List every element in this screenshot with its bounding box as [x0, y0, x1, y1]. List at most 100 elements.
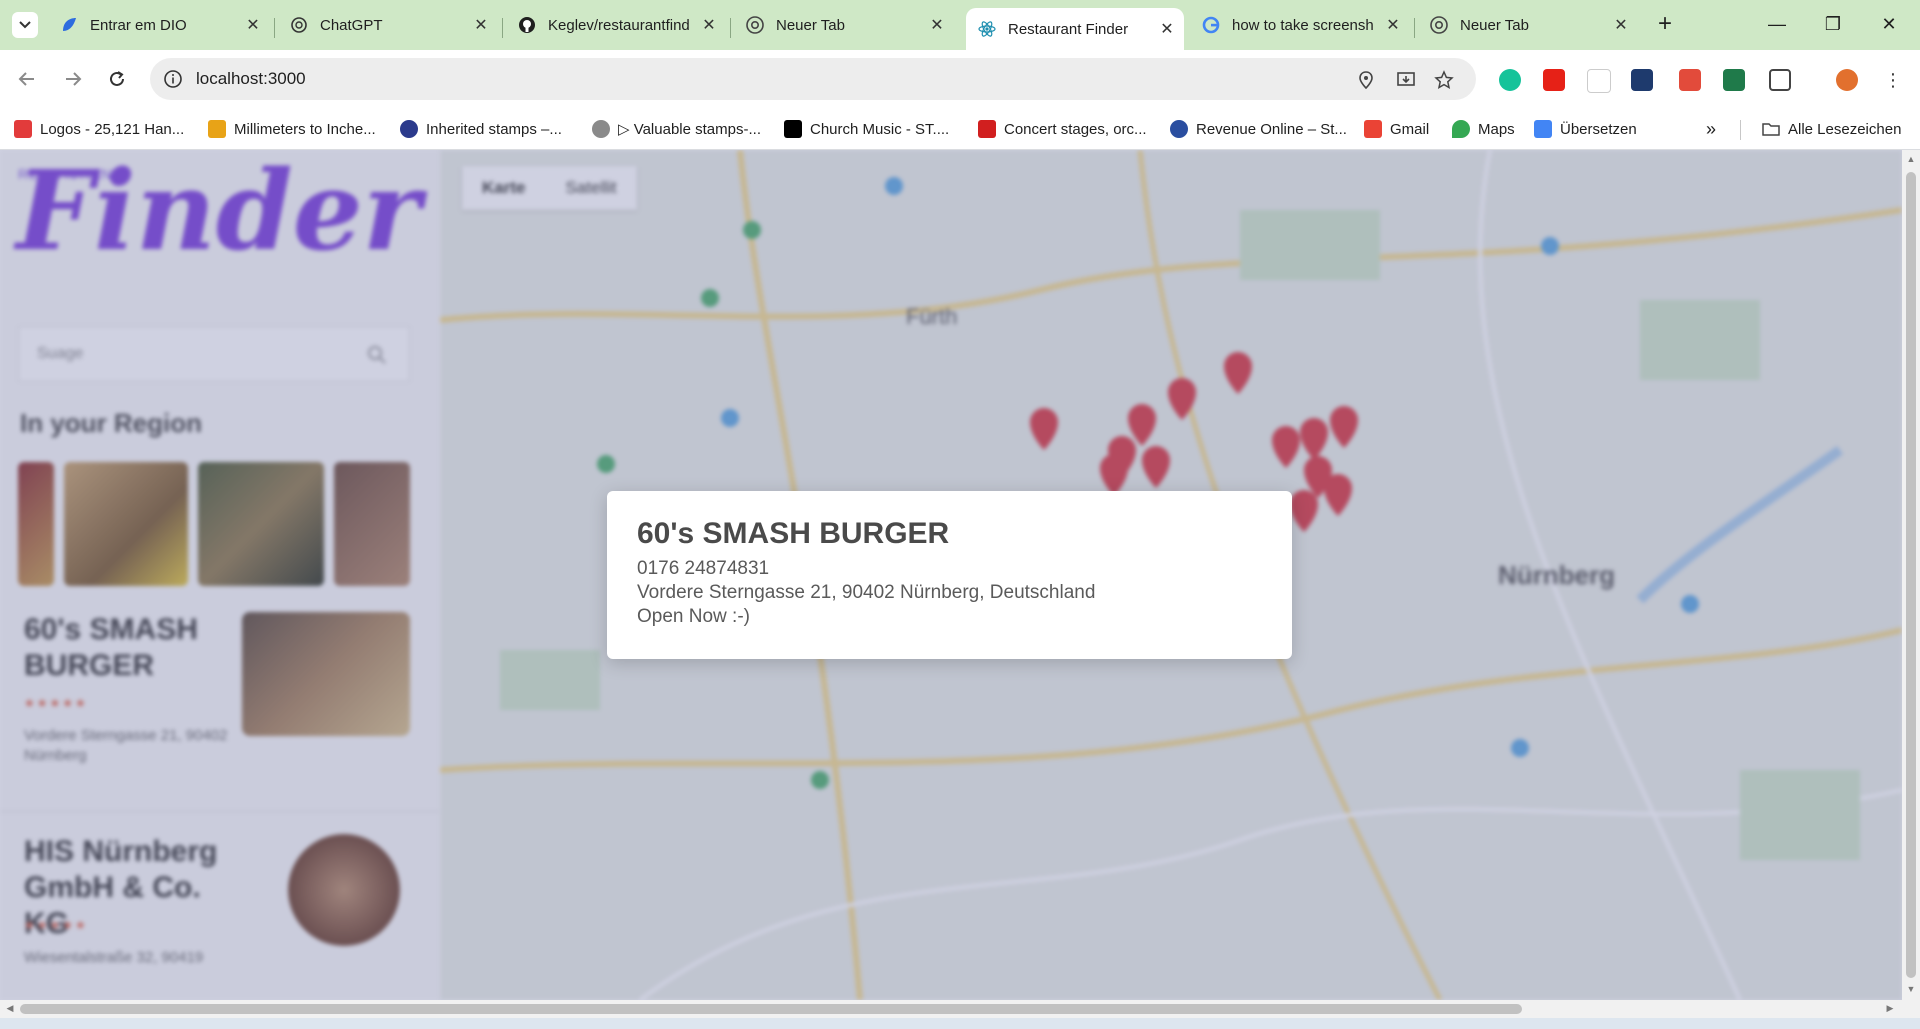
vertical-scrollbar[interactable]: ▲ ▼ — [1902, 150, 1920, 1000]
tab-github[interactable]: Keglev/restaurantfind ✕ — [506, 8, 726, 42]
tab-new-tab-2[interactable]: Neuer Tab ✕ — [1418, 8, 1638, 42]
bookmark-label: ▷ Valuable stamps-... — [618, 121, 761, 138]
minimize-button[interactable]: — — [1754, 6, 1800, 42]
scroll-down-icon[interactable]: ▼ — [1906, 984, 1916, 996]
tab-close-button[interactable]: ✕ — [698, 15, 720, 35]
dialog-title: 60's SMASH BURGER — [637, 517, 950, 550]
tab-close-button[interactable]: ✕ — [470, 15, 492, 35]
bookmark-item[interactable]: Maps — [1452, 118, 1515, 140]
bookmark-label: Logos - 25,121 Han... — [40, 120, 185, 138]
tab-close-button[interactable]: ✕ — [242, 15, 264, 35]
taskbar-edge — [0, 1018, 1920, 1029]
restaurant-detail-dialog: 60's SMASH BURGER 0176 24874831 Vordere … — [607, 491, 1292, 659]
color-picker-icon[interactable] — [1679, 69, 1701, 91]
bookmark-favicon-icon — [208, 120, 226, 138]
arrow-right-icon — [66, 72, 82, 86]
tab-strip: Entrar em DIO ✕ ChatGPT ✕ Keglev/restaur… — [0, 0, 1920, 50]
close-window-button[interactable]: ✕ — [1866, 6, 1912, 42]
bookmark-label: Concert stages, orc... — [1004, 120, 1147, 138]
bookmark-item[interactable]: Inherited stamps –... — [400, 118, 562, 140]
tab-close-button[interactable]: ✕ — [926, 15, 948, 35]
bookmark-label: Revenue Online – St... — [1196, 120, 1347, 138]
all-bookmarks-button[interactable]: Alle Lesezeichen — [1762, 118, 1901, 140]
tab-close-button[interactable]: ✕ — [1610, 15, 1632, 35]
bookmark-favicon-icon — [400, 120, 418, 138]
scroll-right-icon[interactable]: ▶ — [1884, 1003, 1896, 1015]
bookmark-item[interactable]: Concert stages, orc... — [978, 118, 1147, 140]
bookmark-favicon-icon — [14, 120, 32, 138]
horizontal-scroll-thumb[interactable] — [20, 1004, 1522, 1014]
back-button[interactable] — [12, 64, 42, 94]
bookmark-label: Millimeters to Inche... — [234, 120, 376, 138]
gmail-icon — [1364, 120, 1382, 138]
scroll-left-icon[interactable]: ◀ — [4, 1003, 16, 1015]
restore-button[interactable]: ❐ — [1810, 6, 1856, 42]
dialog-open-status: Open Now :-) — [637, 606, 750, 627]
address-bar[interactable]: localhost:3000 — [150, 58, 1476, 100]
tab-dio[interactable]: Entrar em DIO ✕ — [48, 8, 270, 42]
bookmark-item[interactable]: Logos - 25,121 Han... — [14, 118, 184, 140]
maps-icon — [1452, 120, 1470, 138]
tab-google-search[interactable]: how to take screensh ✕ — [1190, 8, 1410, 42]
bookmark-item[interactable]: Übersetzen — [1534, 118, 1637, 140]
tab-new-tab[interactable]: Neuer Tab ✕ — [734, 8, 954, 42]
tab-title: Neuer Tab — [776, 16, 845, 34]
new-tab-button[interactable]: + — [1650, 10, 1680, 40]
tab-restaurant-finder[interactable]: Restaurant Finder ✕ — [966, 8, 1184, 50]
page-viewport: RESTAURANT Finder Suage In your Region 6… — [0, 150, 1902, 1000]
chevron-down-icon — [19, 21, 31, 29]
bookmark-favicon-icon — [592, 120, 610, 138]
bookmark-item[interactable]: Revenue Online – St... — [1170, 118, 1347, 140]
tab-title: Entrar em DIO — [90, 16, 187, 34]
vertical-scroll-thumb[interactable] — [1906, 172, 1916, 978]
tab-separator — [274, 18, 275, 38]
youtube-extension-icon[interactable] — [1543, 69, 1565, 91]
profile-avatar[interactable] — [1836, 69, 1858, 91]
horizontal-scrollbar[interactable]: ◀ ▶ — [0, 1000, 1920, 1018]
tab-separator — [502, 18, 503, 38]
languagetool-icon[interactable] — [1587, 69, 1611, 93]
bookmark-item[interactable]: Gmail — [1364, 118, 1429, 140]
hexagon-extension-icon[interactable] — [1631, 69, 1653, 91]
all-bookmarks-label: Alle Lesezeichen — [1788, 120, 1902, 138]
tab-title: Neuer Tab — [1460, 16, 1529, 34]
tab-separator — [1414, 18, 1415, 38]
menu-dots-icon[interactable]: ⋮ — [1884, 69, 1902, 91]
bookmark-favicon-icon — [784, 120, 802, 138]
tab-chatgpt[interactable]: ChatGPT ✕ — [278, 8, 498, 42]
pen-extension-icon[interactable] — [1723, 69, 1745, 91]
bookmark-label: Maps — [1478, 120, 1515, 138]
bookmark-star-icon[interactable] — [1434, 70, 1454, 90]
bookmark-label: Church Music - ST.... — [810, 120, 950, 138]
chrome-icon — [1430, 16, 1448, 34]
tab-close-button[interactable]: ✕ — [1382, 15, 1404, 35]
bookmark-item[interactable]: Millimeters to Inche... — [208, 118, 376, 140]
location-icon[interactable] — [1356, 70, 1376, 90]
tab-title: ChatGPT — [320, 16, 383, 34]
extensions-puzzle-icon[interactable] — [1769, 69, 1791, 91]
bookmark-divider — [1740, 120, 1741, 140]
scroll-up-icon[interactable]: ▲ — [1906, 154, 1916, 166]
forward-button[interactable] — [58, 64, 88, 94]
grammarly-icon[interactable] — [1499, 69, 1521, 91]
tab-search-button[interactable] — [12, 12, 38, 38]
folder-icon — [1762, 123, 1780, 136]
tab-close-button[interactable]: ✕ — [1156, 19, 1178, 39]
tab-title: how to take screensh — [1232, 16, 1374, 34]
tab-title: Restaurant Finder — [1008, 20, 1129, 38]
dialog-address: Vordere Sterngasse 21, 90402 Nürnberg, D… — [637, 582, 1096, 603]
bookmarks-overflow-button[interactable]: » — [1706, 118, 1716, 140]
dialog-phone: 0176 24874831 — [637, 558, 770, 579]
react-icon — [978, 20, 996, 38]
install-app-icon[interactable] — [1396, 70, 1416, 90]
url-text[interactable]: localhost:3000 — [196, 69, 306, 89]
site-info-icon[interactable] — [162, 68, 184, 90]
reload-button[interactable] — [102, 64, 132, 94]
translate-icon — [1534, 120, 1552, 138]
google-icon — [1202, 16, 1220, 34]
bookmark-item[interactable]: Church Music - ST.... — [784, 118, 949, 140]
bookmark-favicon-icon — [978, 120, 996, 138]
bookmark-item[interactable]: ▷ Valuable stamps-... — [592, 118, 761, 140]
bookmark-label: Inherited stamps –... — [426, 120, 562, 138]
bookmark-label: Übersetzen — [1560, 120, 1637, 138]
